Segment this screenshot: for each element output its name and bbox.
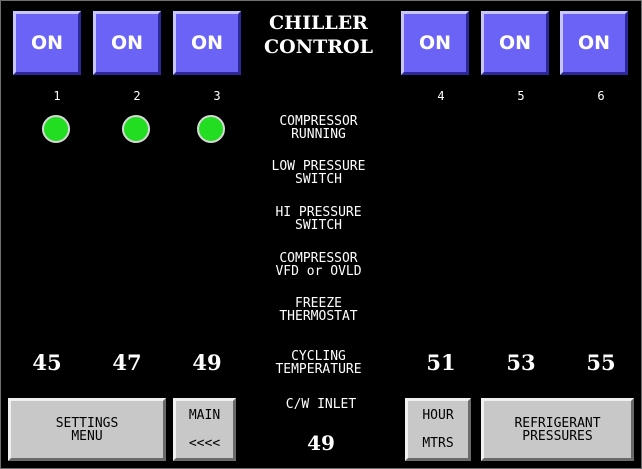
compressor-6-temperature: 55: [586, 350, 616, 375]
settings-menu-button[interactable]: SETTINGS MENU: [8, 398, 166, 461]
page-title: CHILLER CONTROL: [246, 11, 391, 59]
compressor-3-on-button[interactable]: ON: [173, 11, 241, 75]
compressor-3-running-indicator: [197, 115, 225, 143]
compressor-5-temperature: 53: [506, 350, 536, 375]
label-cycling-temperature: CYCLING TEMPERATURE: [275, 349, 362, 377]
cw-inlet-temperature: 49: [307, 431, 335, 455]
compressor-4-temperature: 51: [426, 350, 456, 375]
title-line-1: CHILLER: [269, 12, 368, 34]
compressor-2-on-button[interactable]: ON: [93, 11, 161, 75]
compressor-6-number: 6: [597, 89, 605, 103]
hmi-screen: ON ON ON ON ON ON CHILLER CONTROL 1 2 3 …: [0, 0, 642, 469]
compressor-1-number: 1: [53, 89, 61, 103]
compressor-5-number: 5: [517, 89, 525, 103]
compressor-4-on-button[interactable]: ON: [401, 11, 469, 75]
compressor-2-number: 2: [133, 89, 141, 103]
compressor-3-number: 3: [213, 89, 221, 103]
label-freeze-thermostat: FREEZE THERMOSTAT: [279, 296, 358, 324]
compressor-3-temperature: 49: [192, 350, 222, 375]
label-compressor-running: COMPRESSOR RUNNING: [279, 114, 358, 142]
compressor-2-temperature: 47: [112, 350, 142, 375]
title-line-2: CONTROL: [264, 36, 373, 58]
label-hi-pressure-switch: HI PRESSURE SWITCH: [275, 205, 362, 233]
compressor-1-on-button[interactable]: ON: [13, 11, 81, 75]
cw-inlet-label: C/W INLET: [285, 397, 357, 412]
refrigerant-pressures-button[interactable]: REFRIGERANT PRESSURES: [481, 398, 634, 461]
compressor-2-running-indicator: [122, 115, 150, 143]
compressor-6-on-button[interactable]: ON: [560, 11, 628, 75]
compressor-1-running-indicator: [42, 115, 70, 143]
label-compressor-vfd-ovld: COMPRESSOR VFD or OVLD: [275, 251, 362, 279]
compressor-5-on-button[interactable]: ON: [481, 11, 549, 75]
hour-meters-button[interactable]: HOUR MTRS: [405, 398, 471, 461]
compressor-4-number: 4: [437, 89, 445, 103]
label-low-pressure-switch: LOW PRESSURE SWITCH: [271, 159, 366, 187]
main-button[interactable]: MAIN <<<<: [173, 398, 236, 461]
compressor-1-temperature: 45: [32, 350, 62, 375]
